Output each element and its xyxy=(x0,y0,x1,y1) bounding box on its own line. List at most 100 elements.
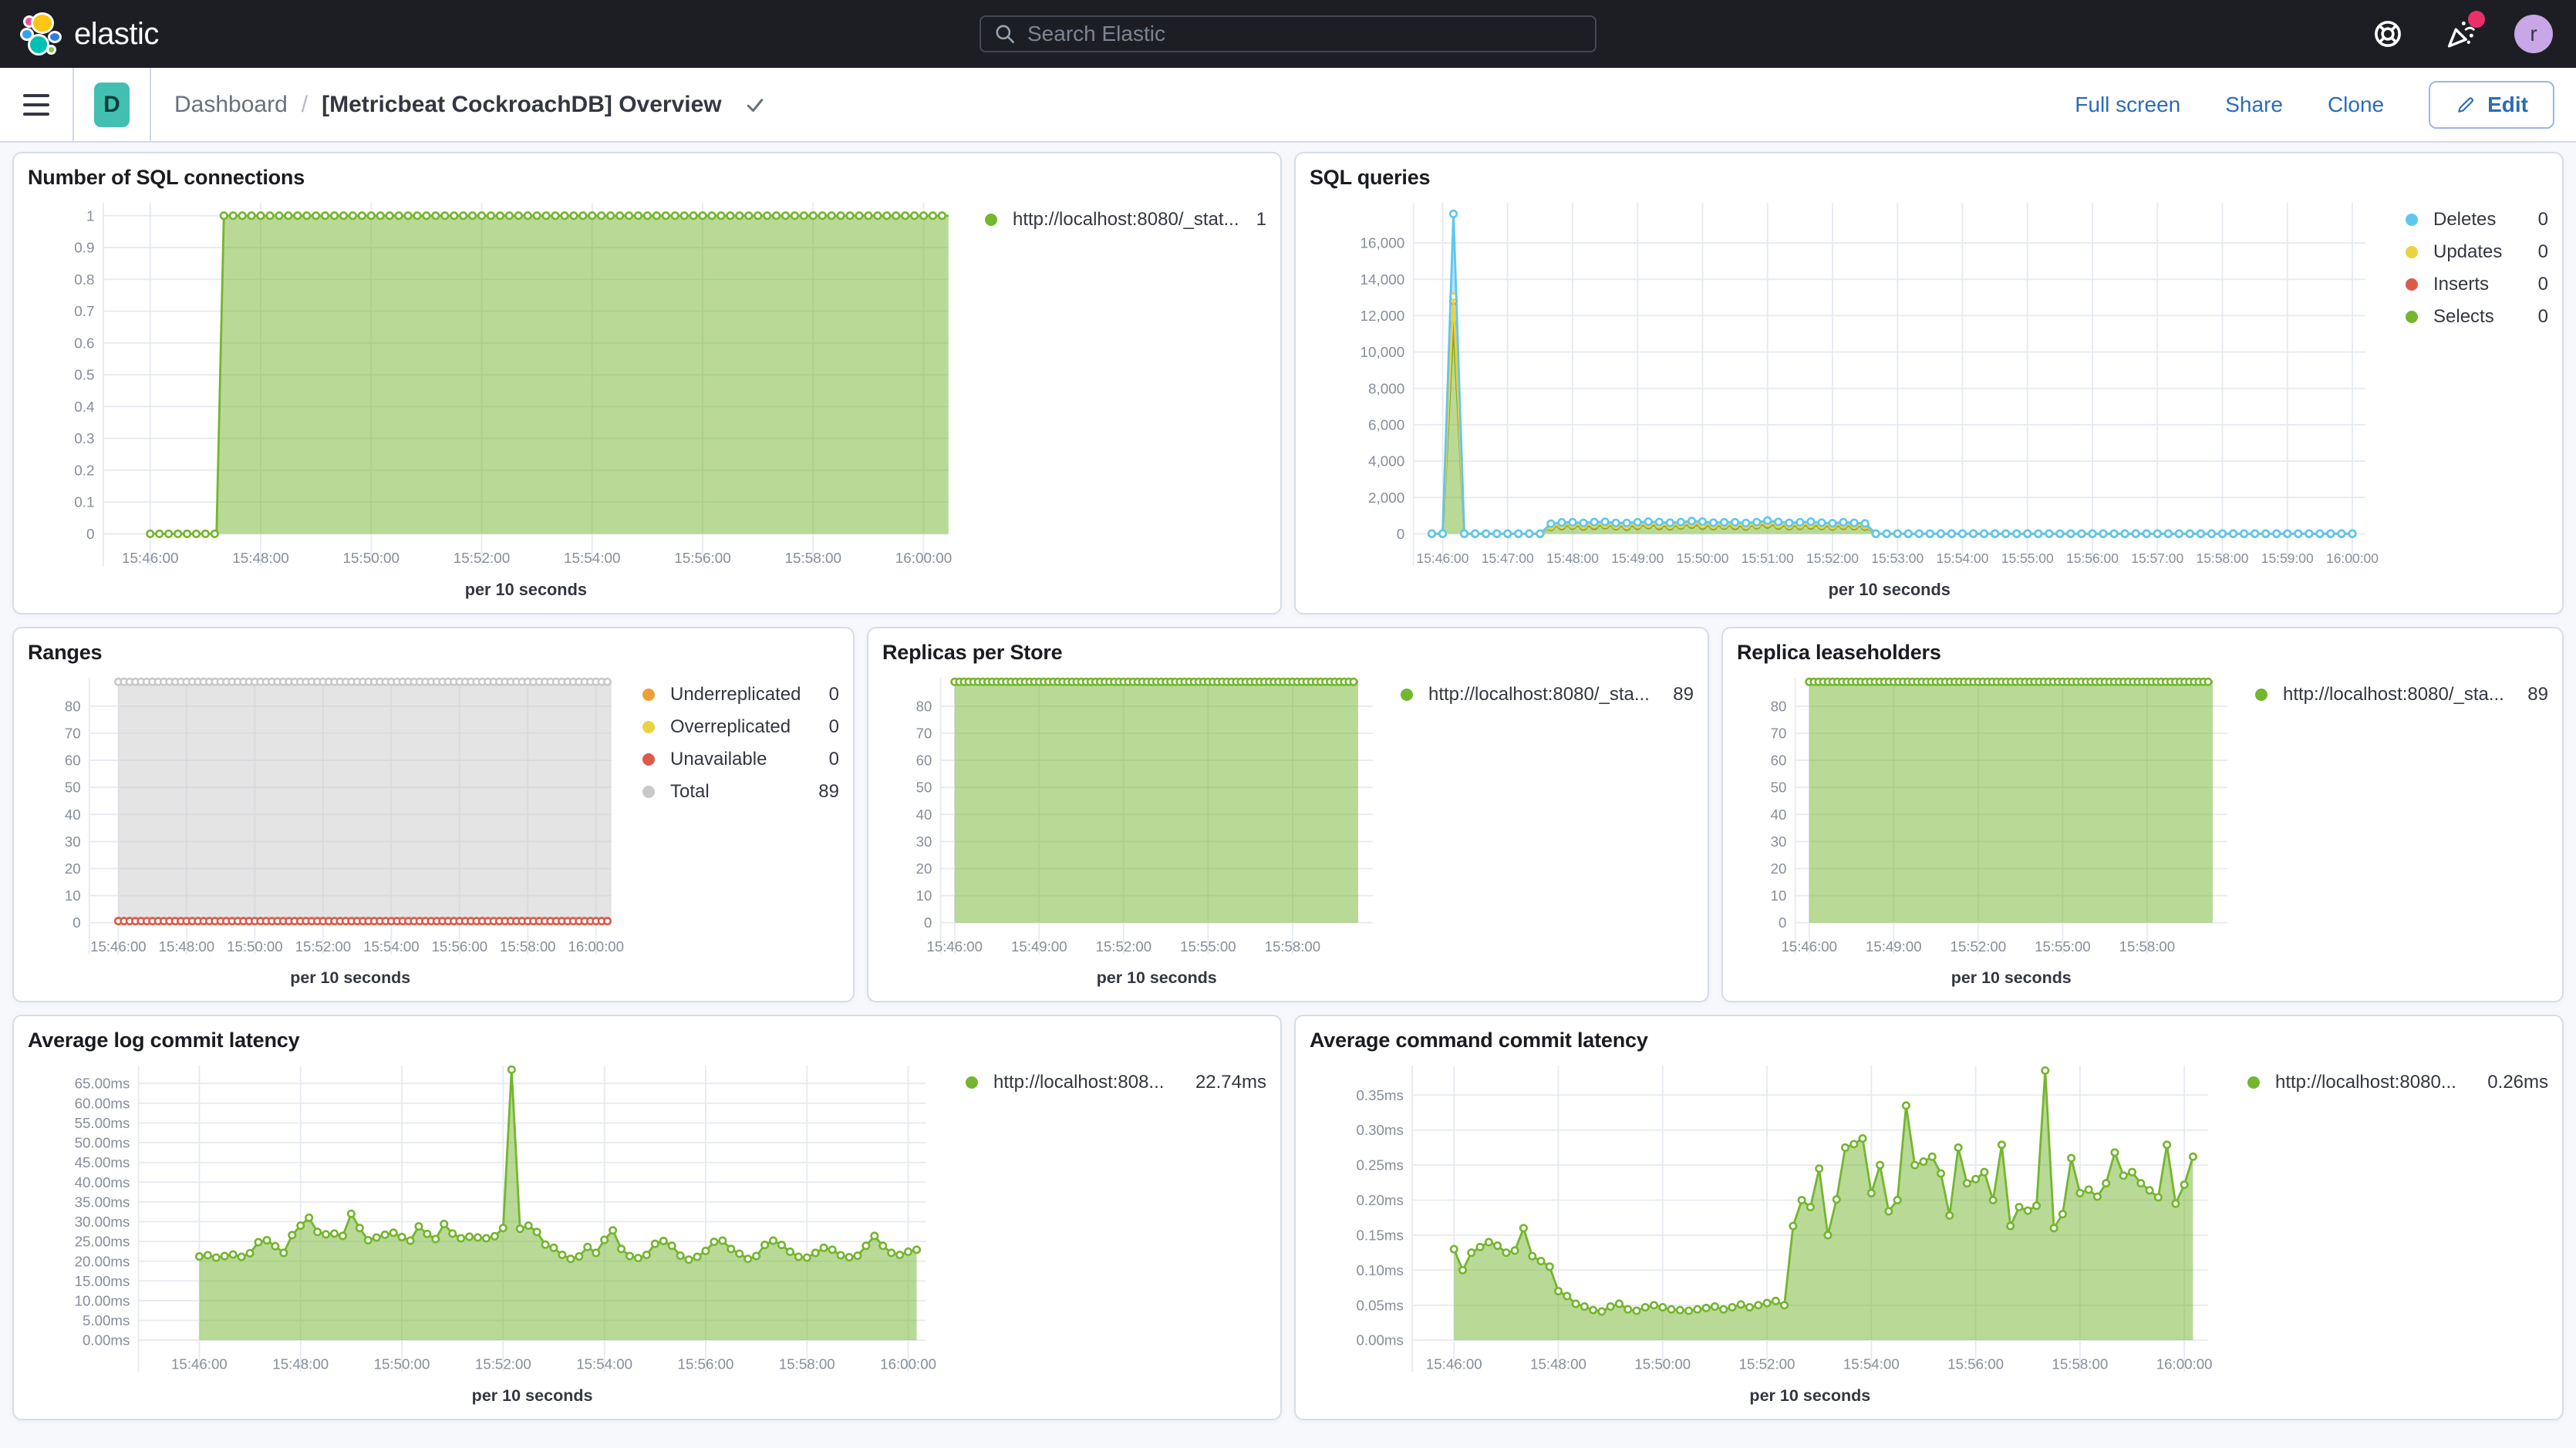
svg-text:15:46:00: 15:46:00 xyxy=(90,938,147,955)
svg-text:16:00:00: 16:00:00 xyxy=(2156,1356,2213,1372)
legend-value: 0 xyxy=(818,749,839,770)
legend-item[interactable]: http://localhost:8080...0.26ms xyxy=(2247,1066,2548,1099)
svg-text:per 10 seconds: per 10 seconds xyxy=(465,580,587,599)
svg-text:16:00:00: 16:00:00 xyxy=(895,551,953,567)
panel-title[interactable]: SQL queries xyxy=(1310,166,2548,190)
clone-button[interactable]: Clone xyxy=(2328,93,2384,117)
svg-text:0.8: 0.8 xyxy=(74,272,94,288)
svg-text:15:54:00: 15:54:00 xyxy=(1843,1356,1900,1372)
dashboard-grid: Number of SQL connections 15:46:0015:48:0… xyxy=(0,143,2576,1420)
search-icon xyxy=(993,22,1017,45)
legend-item[interactable]: Unavailable0 xyxy=(642,743,839,776)
chart-legend: http://localhost:8080/_stat...1 xyxy=(985,193,1266,236)
panel-title[interactable]: Average log commit latency xyxy=(28,1029,1266,1052)
svg-text:10,000: 10,000 xyxy=(1360,345,1404,361)
svg-text:80: 80 xyxy=(1771,698,1787,714)
legend-item[interactable]: Overreplicated0 xyxy=(642,711,839,743)
share-button[interactable]: Share xyxy=(2225,93,2283,117)
panel-sql-queries: SQL queries 15:46:0015:47:0015:48:0015:49… xyxy=(1294,152,2564,615)
panel-title[interactable]: Replica leaseholders xyxy=(1737,641,2548,665)
legend-value: 1 xyxy=(1246,209,1266,231)
svg-text:0.1: 0.1 xyxy=(74,495,94,511)
search-input[interactable] xyxy=(1027,22,1583,46)
timeseries-chart-ranges[interactable]: 15:46:0015:48:0015:50:0015:52:0015:54:00… xyxy=(28,668,642,993)
timeseries-chart-sql-queries[interactable]: 15:46:0015:47:0015:48:0015:49:0015:50:00… xyxy=(1310,193,2406,605)
elastic-logo[interactable]: elastic xyxy=(20,11,159,57)
panel-title[interactable]: Average command commit latency xyxy=(1310,1029,2548,1052)
svg-text:15:52:00: 15:52:00 xyxy=(1739,1356,1795,1372)
svg-text:15:46:00: 15:46:00 xyxy=(1426,1356,1482,1372)
svg-text:0.9: 0.9 xyxy=(74,241,94,257)
svg-text:0.7: 0.7 xyxy=(74,304,94,320)
chart-area: 15:46:0015:48:0015:50:0015:52:0015:54:00… xyxy=(28,1056,1266,1411)
legend-label: Total xyxy=(670,781,710,803)
svg-text:16,000: 16,000 xyxy=(1360,236,1404,252)
svg-text:40.00ms: 40.00ms xyxy=(75,1174,130,1190)
svg-text:30: 30 xyxy=(65,833,81,850)
panel-title[interactable]: Number of SQL connections xyxy=(28,166,1266,190)
legend-item[interactable]: Deletes0 xyxy=(2406,204,2548,236)
top-app-bar: elastic xyxy=(0,0,2576,68)
svg-text:15:50:00: 15:50:00 xyxy=(374,1356,430,1372)
legend-item[interactable]: http://localhost:8080/_sta...89 xyxy=(1401,679,1694,711)
svg-text:15:46:00: 15:46:00 xyxy=(1416,551,1468,566)
news-feed-button[interactable] xyxy=(2442,15,2479,52)
timeseries-chart-sql-connections[interactable]: 15:46:0015:48:0015:50:0015:52:0015:54:00… xyxy=(28,193,985,605)
panel-title[interactable]: Ranges xyxy=(28,641,839,665)
legend-label: http://localhost:808... xyxy=(993,1072,1164,1093)
global-search[interactable] xyxy=(979,15,1597,52)
legend-item[interactable]: Selects0 xyxy=(2406,301,2548,333)
edit-button-label: Edit xyxy=(2487,93,2528,117)
breadcrumb-separator: / xyxy=(302,92,308,118)
main-menu-button[interactable] xyxy=(0,68,72,141)
legend-item[interactable]: Updates0 xyxy=(2406,236,2548,268)
svg-text:70: 70 xyxy=(65,726,81,742)
svg-text:15:58:00: 15:58:00 xyxy=(785,551,842,567)
legend-item[interactable]: http://localhost:808...22.74ms xyxy=(966,1066,1266,1099)
full-screen-button[interactable]: Full screen xyxy=(2075,93,2180,117)
timeseries-chart-avg-log-commit-latency[interactable]: 15:46:0015:48:0015:50:0015:52:0015:54:00… xyxy=(28,1056,966,1411)
breadcrumb-dashboard-link[interactable]: Dashboard xyxy=(174,92,288,118)
help-button[interactable] xyxy=(2369,15,2406,52)
hamburger-icon xyxy=(23,94,49,116)
legend-item[interactable]: Underreplicated0 xyxy=(642,679,839,711)
legend-swatch-icon xyxy=(2255,689,2267,701)
svg-text:55.00ms: 55.00ms xyxy=(75,1115,130,1131)
timeseries-chart-replica-leaseholders[interactable]: 15:46:0015:49:0015:52:0015:55:0015:58:00… xyxy=(1737,668,2255,993)
svg-text:6,000: 6,000 xyxy=(1368,418,1404,434)
edit-button[interactable]: Edit xyxy=(2429,81,2554,129)
user-avatar[interactable]: r xyxy=(2514,15,2553,53)
svg-text:10: 10 xyxy=(916,887,932,904)
svg-text:16:00:00: 16:00:00 xyxy=(2326,551,2379,566)
legend-item[interactable]: http://localhost:8080/_stat...1 xyxy=(985,204,1266,236)
svg-text:0.20ms: 0.20ms xyxy=(1356,1192,1403,1208)
space-badge[interactable]: D xyxy=(94,83,130,127)
legend-swatch-icon xyxy=(2406,214,2418,226)
legend-value: 89 xyxy=(1662,684,1694,705)
svg-text:15:56:00: 15:56:00 xyxy=(432,938,488,955)
notification-badge xyxy=(2468,11,2485,28)
svg-text:0.3: 0.3 xyxy=(74,431,94,447)
svg-text:15:50:00: 15:50:00 xyxy=(1676,551,1728,566)
panel-replica-leaseholders: Replica leaseholders 15:46:0015:49:0015:5… xyxy=(1721,627,2564,1002)
timeseries-chart-avg-command-commit-latency[interactable]: 15:46:0015:48:0015:50:0015:52:0015:54:00… xyxy=(1310,1056,2247,1411)
svg-text:15:57:00: 15:57:00 xyxy=(2131,551,2183,566)
legend-item[interactable]: http://localhost:8080/_sta...89 xyxy=(2255,679,2548,711)
timeseries-chart-replicas-per-store[interactable]: 15:46:0015:49:0015:52:0015:55:0015:58:00… xyxy=(882,668,1401,993)
svg-text:10: 10 xyxy=(1771,887,1787,904)
svg-text:50.00ms: 50.00ms xyxy=(75,1135,130,1151)
panel-title[interactable]: Replicas per Store xyxy=(882,641,1694,665)
svg-text:15:54:00: 15:54:00 xyxy=(363,938,420,955)
svg-text:15:50:00: 15:50:00 xyxy=(343,551,400,567)
dashboard-row: Number of SQL connections15:46:0015:48:0… xyxy=(12,152,2564,615)
chart-legend: http://localhost:8080/_sta...89 xyxy=(1401,668,1694,711)
legend-item[interactable]: Inserts0 xyxy=(2406,268,2548,301)
svg-text:20.00ms: 20.00ms xyxy=(75,1253,130,1269)
legend-value: 0 xyxy=(2527,306,2548,328)
svg-text:0: 0 xyxy=(86,527,95,543)
chart-legend: http://localhost:8080...0.26ms xyxy=(2247,1056,2548,1099)
legend-item[interactable]: Total89 xyxy=(642,776,839,808)
svg-text:0.25ms: 0.25ms xyxy=(1356,1157,1403,1174)
legend-label: Overreplicated xyxy=(670,716,791,738)
svg-text:15:58:00: 15:58:00 xyxy=(779,1356,835,1372)
